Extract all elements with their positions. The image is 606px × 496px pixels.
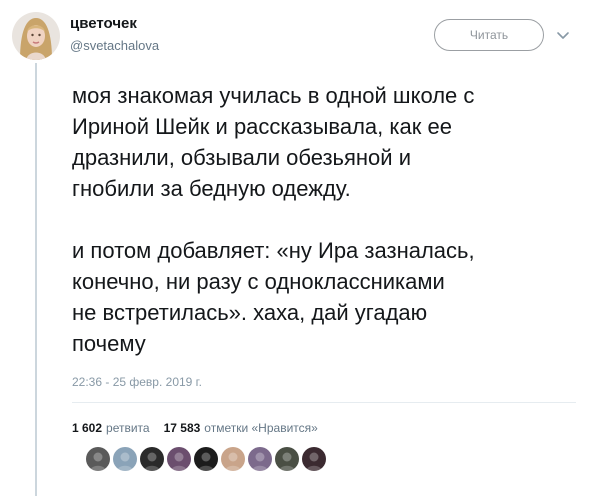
timestamp[interactable]: 22:36 - 25 февр. 2019 г. <box>72 375 202 389</box>
liker-avatar-6[interactable] <box>221 447 245 471</box>
likes-stat[interactable]: 17 583 отметки «Нравится» <box>164 421 318 435</box>
liker-avatar-7[interactable] <box>248 447 272 471</box>
liker-avatar-3[interactable] <box>140 447 164 471</box>
liker-avatar-1[interactable] <box>86 447 110 471</box>
likes-count: 17 583 <box>163 421 201 435</box>
retweets-stat[interactable]: 1 602 ретвита <box>72 421 150 435</box>
liker-avatar-5[interactable] <box>194 447 218 471</box>
thread-line <box>35 63 37 496</box>
handle[interactable]: @svetachalova <box>70 38 159 53</box>
follow-button[interactable]: Читать <box>434 19 544 51</box>
chevron-down-icon[interactable] <box>556 28 570 42</box>
liker-avatar-4[interactable] <box>167 447 191 471</box>
likes-label: отметки «Нравится» <box>204 421 318 435</box>
tweet-paragraph: моя знакомая училась в одной школе с Ири… <box>72 83 475 201</box>
likers-list <box>86 447 326 471</box>
liker-avatar-2[interactable] <box>113 447 137 471</box>
avatar[interactable] <box>12 12 60 60</box>
retweets-label: ретвита <box>106 421 150 435</box>
tweet-paragraph: и потом добавляет: «ну Ира зазналась, ко… <box>72 238 475 356</box>
display-name[interactable]: цветочек <box>70 15 137 32</box>
tweet-stats: 1 602 ретвита 17 583 отметки «Нравится» <box>72 421 328 435</box>
liker-avatar-9[interactable] <box>302 447 326 471</box>
liker-avatar-8[interactable] <box>275 447 299 471</box>
tweet-text: моя знакомая училась в одной школе с Ири… <box>72 80 592 359</box>
retweets-count: 1 602 <box>72 421 103 435</box>
divider <box>72 402 576 403</box>
